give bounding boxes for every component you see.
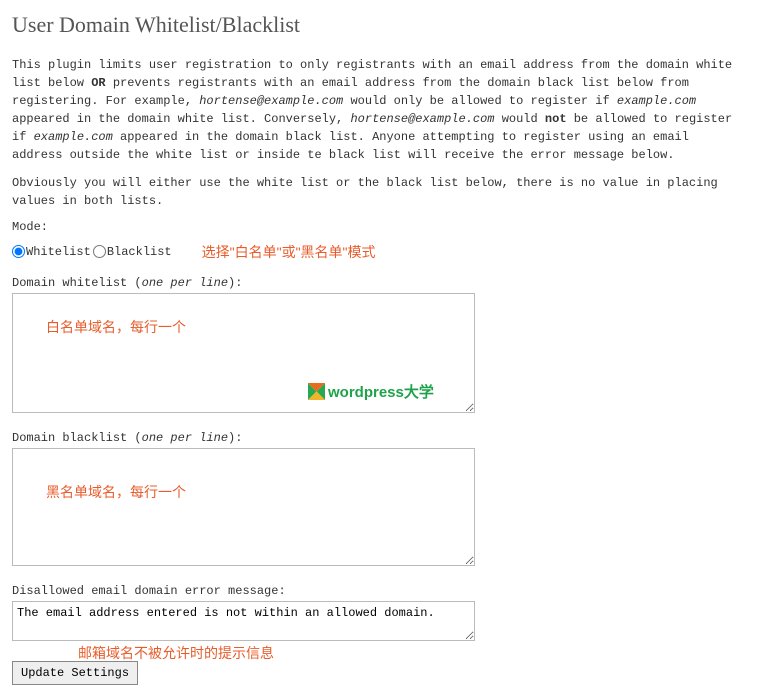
mode-label: Mode: xyxy=(12,220,745,234)
error-annotation: 邮箱域名不被允许时的提示信息 xyxy=(78,643,274,663)
mode-blacklist-label[interactable]: Blacklist xyxy=(93,245,172,259)
mode-whitelist-radio[interactable] xyxy=(12,245,25,258)
description-paragraph-2: Obviously you will either use the white … xyxy=(12,174,745,210)
update-settings-button[interactable]: Update Settings xyxy=(12,661,138,685)
error-textarea[interactable] xyxy=(12,601,475,641)
mode-annotation: 选择"白名单"或"黑名单"模式 xyxy=(202,242,376,262)
mode-blacklist-radio[interactable] xyxy=(93,245,106,258)
error-wrap: 邮箱域名不被允许时的提示信息 xyxy=(12,601,745,641)
page-title: User Domain Whitelist/Blacklist xyxy=(12,12,745,38)
blacklist-wrap: 黑名单域名，每行一个 xyxy=(12,448,745,566)
blacklist-textarea[interactable] xyxy=(12,448,475,566)
whitelist-label: Domain whitelist (one per line): xyxy=(12,276,745,290)
whitelist-textarea[interactable] xyxy=(12,293,475,413)
whitelist-wrap: 白名单域名，每行一个 wordpress大学 xyxy=(12,293,745,413)
description-paragraph-1: This plugin limits user registration to … xyxy=(12,56,745,164)
blacklist-label: Domain blacklist (one per line): xyxy=(12,431,745,445)
error-label: Disallowed email domain error message: xyxy=(12,584,745,598)
mode-whitelist-label[interactable]: Whitelist xyxy=(12,245,91,259)
mode-row: Whitelist Blacklist 选择"白名单"或"黑名单"模式 xyxy=(12,242,745,262)
